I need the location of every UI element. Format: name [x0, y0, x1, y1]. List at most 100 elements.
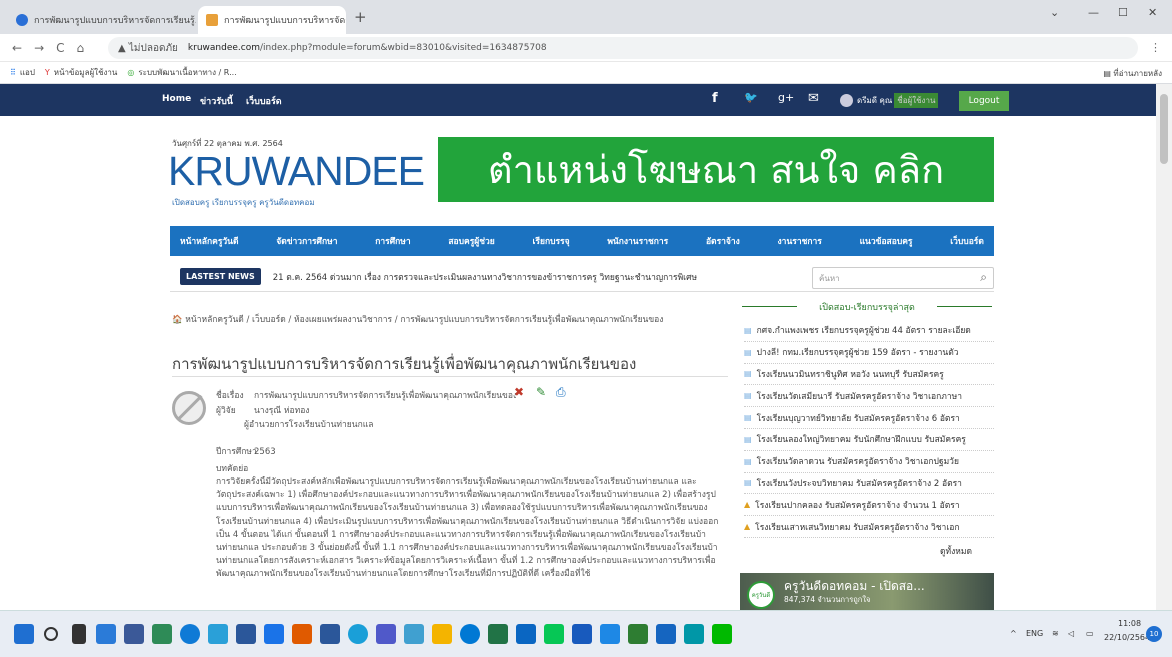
facebook-icon[interactable]: f [712, 91, 718, 106]
sidebar-heading: เปิดสอบ-เรียกบรรจุล่าสุด [740, 300, 994, 314]
taskbar-app-icon[interactable] [96, 624, 116, 644]
taskbar-app-icon[interactable] [208, 624, 228, 644]
print-icon[interactable]: ⎙ [556, 385, 566, 400]
menu-item-gov-jobs[interactable]: งานราชการ [778, 234, 822, 248]
page-scrollbar[interactable] [1156, 84, 1172, 610]
report-icon[interactable]: ✖ [514, 385, 524, 399]
taskbar-app-icon[interactable] [684, 624, 704, 644]
taskbar-app-icon[interactable] [292, 624, 312, 644]
list-item[interactable]: ▲ โรงเรียนเสาหเสนวิทยาคม รับสมัครครูอัตรา… [744, 516, 994, 538]
notification-badge[interactable]: 10 [1146, 626, 1162, 642]
list-item[interactable]: ▲ โรงเรียนปากคลอง รับสมัครครูอัตราจ้าง จำ… [744, 494, 994, 517]
edge-icon[interactable] [180, 624, 200, 644]
list-item[interactable]: ▤ โรงเรียนวังประจบวิทยาคม รับสมัครครูอัตร… [744, 473, 994, 495]
nav-webboard[interactable]: เว็บบอร์ด [246, 94, 282, 108]
tab-search-icon[interactable]: ⌄ [1050, 6, 1059, 19]
menu-item-recruit[interactable]: เรียกบรรจุ [533, 234, 570, 248]
twitter-icon[interactable]: 🐦 [744, 91, 758, 104]
new-tab-button[interactable]: + [354, 8, 367, 26]
reload-icon[interactable]: C [56, 41, 64, 55]
taskbar-app-icon[interactable] [404, 624, 424, 644]
minimize-button[interactable]: — [1088, 6, 1099, 19]
list-item[interactable]: ▤ กศจ.กำแพงเพชร เรียกบรรจุครูผู้ช่วย 44 อ… [744, 320, 994, 342]
clock-date[interactable]: 22/10/2564 [1104, 633, 1150, 642]
menu-item-education[interactable]: การศึกษา [375, 234, 410, 248]
taskbar-app-icon[interactable] [264, 624, 284, 644]
back-icon[interactable]: ← [12, 41, 22, 55]
tab-title: การพัฒนารูปแบบการบริหารจัดการเรียนรู้... [34, 16, 196, 26]
wifi-icon[interactable]: ≋ [1052, 629, 1059, 638]
clock-time[interactable]: 11:08 [1118, 619, 1141, 628]
bookmark-3[interactable]: ◎ ระบบพัฒนาเนื้อหาทาง / R... [127, 66, 236, 79]
taskbar-app-icon[interactable] [628, 624, 648, 644]
abstract-label: บทคัดย่อ [216, 464, 249, 474]
menu-item-edu-news[interactable]: จัดข่าวการศึกษา [276, 234, 337, 248]
excel-icon[interactable] [488, 624, 508, 644]
language-indicator[interactable]: ENG [1026, 629, 1043, 638]
volume-icon[interactable]: ◁ [1068, 629, 1074, 638]
list-item[interactable]: ▤ โรงเรียนลองใหญ่วิทยาคม รับนักศึกษาฝึกแบ… [744, 429, 994, 451]
scrollbar-thumb[interactable] [1160, 94, 1168, 164]
latest-news-ticker[interactable]: 21 ต.ค. 2564 ด่วนมาก เรื่อง การตรวจและปร… [273, 270, 793, 284]
not-secure-warning[interactable]: ▲ ไม่ปลอดภัย [118, 41, 178, 56]
battery-icon[interactable]: ▭ [1086, 629, 1094, 638]
menu-item-gov-employee[interactable]: พนักงานราชการ [607, 234, 668, 248]
facebook-page-widget[interactable]: ครูวันดี ครูวันดีดอทคอม - เปิดสอ... 847,… [740, 573, 994, 610]
address-bar-row: ← → C ⌂ ▲ ไม่ปลอดภัย kruwandee.com /inde… [0, 34, 1172, 62]
nav-news[interactable]: ข่าวรับนี้ [200, 94, 233, 108]
menu-item-home[interactable]: หน้าหลักครูวันดี [180, 234, 239, 248]
taskbar-app-icon[interactable] [376, 624, 396, 644]
menu-item-teacher-exam[interactable]: สอบครูผู้ช่วย [448, 234, 494, 248]
menu-item-contract[interactable]: อัตราจ้าง [706, 234, 740, 248]
taskbar-app-icon[interactable] [152, 624, 172, 644]
search-icon[interactable]: ⌕ [980, 270, 987, 285]
task-view-icon[interactable] [72, 624, 86, 644]
bookmark-2[interactable]: Y หน้าข้อมูลผู้ใช้งาน [45, 66, 117, 79]
browser-tab-1[interactable]: การพัฒนารูปแบบการบริหารจัดการเรียนรู้...… [8, 6, 196, 34]
search-icon[interactable] [44, 627, 58, 641]
taskbar-app-icon[interactable] [656, 624, 676, 644]
close-window-button[interactable]: ✕ [1148, 6, 1157, 19]
menu-item-webboard[interactable]: เว็บบอร์ด [950, 234, 984, 248]
taskbar-app-icon[interactable] [516, 624, 536, 644]
mail-icon[interactable]: ✉ [808, 91, 819, 106]
list-item[interactable]: ▤ โรงเรียนวัดเสมียนารี รับสมัครครูอัตราจ้… [744, 385, 994, 408]
forward-icon[interactable]: → [34, 41, 44, 55]
reading-list[interactable]: ▤ ที่อ่านภายหลัง [1103, 67, 1162, 80]
line-icon[interactable] [544, 624, 564, 644]
taskbar-app-icon[interactable] [460, 624, 480, 644]
site-logo[interactable]: KRUWANDEE [168, 148, 425, 195]
taskbar-app-icon[interactable] [124, 624, 144, 644]
breadcrumb[interactable]: 🏠 หน้าหลักครูวันดี / เว็บบอร์ด / ห้องเผย… [172, 314, 728, 327]
tray-chevron-icon[interactable]: ^ [1010, 629, 1017, 638]
word-icon[interactable] [320, 624, 340, 644]
list-item-label: โรงเรียนนวมินทราชินูทิศ หอวัง นนทบุรี รั… [756, 369, 944, 380]
menu-item-exam-guide[interactable]: แนวข้อสอบครู [860, 234, 913, 248]
chrome-icon[interactable] [348, 624, 368, 644]
taskbar-app-icon[interactable] [572, 624, 592, 644]
menu-icon[interactable]: ⋮ [1150, 41, 1161, 54]
nav-home[interactable]: Home [162, 94, 191, 104]
start-icon[interactable] [14, 624, 34, 644]
bookmark-apps[interactable]: ⠿ แอป [10, 66, 35, 79]
list-item[interactable]: ▤ โรงเรียนวัดลาดวน รับสมัครครูอัตราจ้าง ว… [744, 451, 994, 473]
see-all-link[interactable]: ดูทั้งหมด [940, 544, 972, 558]
google-plus-icon[interactable]: g+ [778, 91, 794, 104]
list-item[interactable]: ▤ ปางลี! กทม.เรียกบรรจุครูผู้ช่วย 159 อัต… [744, 342, 994, 364]
bookmark-label: หน้าข้อมูลผู้ใช้งาน [53, 68, 118, 77]
edit-icon[interactable]: ✎ [536, 385, 546, 399]
browser-tab-2[interactable]: การพัฒนารูปแบบการบริหารจัดการเรี... × [198, 6, 346, 34]
user-box[interactable]: ดรีมดี คุณ ชื่อผู้ใช้งาน [840, 93, 939, 108]
list-item[interactable]: ▤ โรงเรียนบุญวาทย์วิทยาลัย รับสมัครครูอัต… [744, 407, 994, 429]
list-item[interactable]: ▤ โรงเรียนนวมินทราชินูทิศ หอวัง นนทบุรี ร… [744, 364, 994, 386]
file-explorer-icon[interactable] [432, 624, 452, 644]
search-input[interactable]: ค้นหา ⌕ [812, 267, 994, 289]
taskbar-app-icon[interactable] [236, 624, 256, 644]
logout-button[interactable]: Logout [959, 91, 1009, 111]
maximize-button[interactable]: ☐ [1118, 6, 1128, 19]
ad-banner[interactable]: ตำแหน่งโฆษณา สนใจ คลิก [438, 137, 994, 202]
taskbar-app-icon[interactable] [600, 624, 620, 644]
home-icon[interactable]: ⌂ [77, 41, 85, 55]
url-field[interactable]: ▲ ไม่ปลอดภัย kruwandee.com /index.php?mo… [108, 37, 1138, 59]
taskbar-app-icon[interactable] [712, 624, 732, 644]
